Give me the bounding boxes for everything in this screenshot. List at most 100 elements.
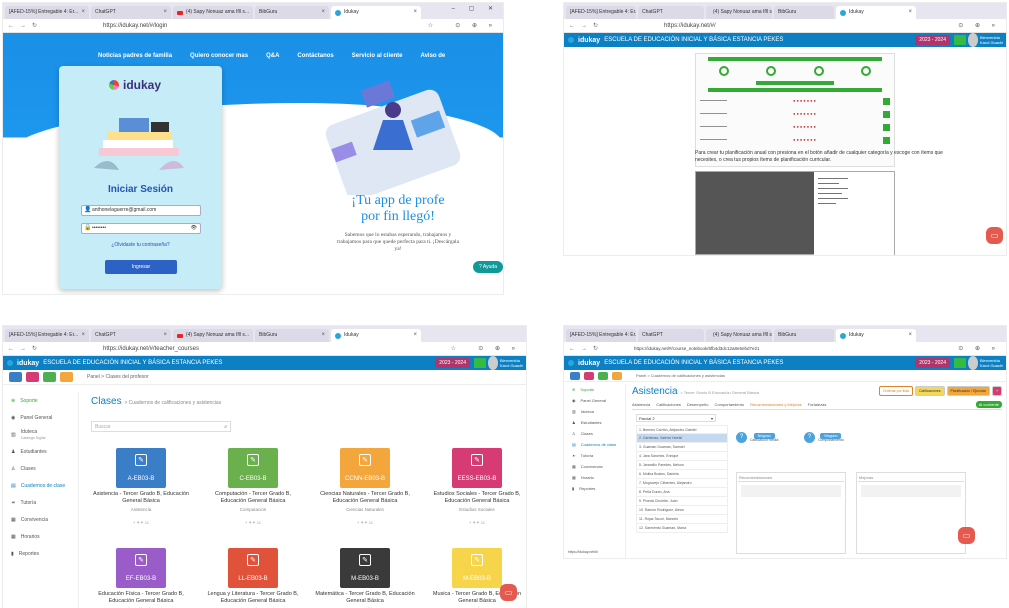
grades-button[interactable]: Calificaciones <box>914 386 945 396</box>
url-text[interactable]: https://idukay.net/#/teacher_courses <box>103 346 199 352</box>
tab-chatgpt[interactable]: ChatGPT <box>638 329 704 342</box>
course-card[interactable]: ✎ EF-EB03-B Educación Física - Tercer Grad… <box>91 548 191 608</box>
breadcrumb[interactable]: Panel > Clases del profesor <box>87 374 149 380</box>
sidebar-item-soporte[interactable]: ⊕ Soporte <box>564 384 625 395</box>
chat-icon[interactable]: ▭ <box>500 584 517 601</box>
course-tile[interactable]: ✎ EF-EB03-B <box>116 548 166 588</box>
sidebar-item-horario[interactable]: ▦ Horario <box>564 472 625 483</box>
search-input[interactable]: Buscar ⌕ <box>91 421 231 432</box>
url-text[interactable]: https://idukay.net/#/ <box>664 23 716 29</box>
list-item[interactable]: 10. Ramón Rodriguez, Alexa <box>636 506 728 515</box>
close-icon[interactable]: × <box>413 6 417 19</box>
tab-chatgpt[interactable]: ChatGPT × <box>91 329 171 342</box>
course-card[interactable]: ✎ A-EB03-B Asistencia - Tercer Grado B, Ed… <box>91 448 191 525</box>
sidebar-item-panel[interactable]: ◉ Panel General <box>3 409 78 426</box>
add-icon[interactable] <box>954 358 966 368</box>
nav-item[interactable]: Quiero conocer mas <box>190 53 248 59</box>
year-selector[interactable]: 2023 - 2024 <box>435 358 470 368</box>
eye-icon[interactable]: 👁 <box>191 224 197 233</box>
window-controls[interactable]: – ▢ ✕ <box>452 5 499 12</box>
close-icon[interactable]: × <box>321 6 325 19</box>
nav-item[interactable]: Q&A <box>266 53 279 59</box>
course-card[interactable]: ✎ C-EB03-B Computación - Tercer Grado B, E… <box>203 448 303 525</box>
period-select[interactable]: Parcial 2 ▾ <box>636 414 716 422</box>
list-item[interactable]: 12. Sarmiento Guaman, María <box>636 524 728 533</box>
year-selector[interactable]: 2023 - 2024 <box>915 35 950 45</box>
sidebar-item-estudiantes[interactable]: ♟ Estudiantes <box>564 417 625 428</box>
forward-icon[interactable]: → <box>20 23 26 29</box>
reload-icon[interactable]: ↻ <box>593 345 598 352</box>
tasks-icon[interactable] <box>43 372 56 382</box>
back-icon[interactable]: ← <box>8 23 14 29</box>
url-text[interactable]: https://idukay.net/#/course_notebook/6fb… <box>634 346 760 351</box>
sidebar-item-cuadernos[interactable]: ▤ Cuadernos de clase <box>3 477 78 494</box>
tab-bibguru[interactable]: BibGuru <box>774 329 834 342</box>
login-button[interactable]: Ingresar <box>105 260 177 274</box>
list-item[interactable]: 2. Cárdenas, Valeria Yaretzi <box>636 434 728 443</box>
tab-entregable[interactable]: [AFED-15%] Entregable 4: Er... × <box>5 329 89 342</box>
sidebar-item-soporte[interactable]: ⊕ Soporte <box>3 392 78 409</box>
alerts-icon[interactable] <box>60 372 73 382</box>
sort-button[interactable]: Ordenar por lista <box>878 386 913 396</box>
sidebar-item-reportes[interactable]: ▮ Reportes <box>564 483 625 494</box>
close-icon[interactable]: × <box>81 6 85 19</box>
course-tile[interactable]: ✎ LL-EB03-B <box>228 548 278 588</box>
close-icon[interactable]: × <box>908 6 912 19</box>
user-name[interactable]: Bienvenida Karol Guachi <box>980 358 1004 368</box>
tab-bibguru[interactable]: BibGuru <box>774 6 834 19</box>
tab-idukay[interactable]: Idukay × <box>836 6 916 19</box>
alerts-icon[interactable] <box>612 371 622 380</box>
forward-icon[interactable]: → <box>581 346 587 352</box>
add-button[interactable]: + <box>991 386 1002 396</box>
chat-icon[interactable]: ▭ <box>986 227 1003 244</box>
tab-bibguru[interactable]: BibGuru × <box>255 6 329 19</box>
list-item[interactable]: 6. Molina Bustos, Daniela <box>636 470 728 479</box>
tab-entregable[interactable]: [AFED-15%] Entregable 4: Er... <box>566 6 636 19</box>
course-tile[interactable]: ✎ CCNN-EB03-B <box>340 448 390 488</box>
course-tile[interactable]: ✎ C-EB03-B <box>228 448 278 488</box>
sidebar-item-convivencia[interactable]: ▦ Convivencia <box>564 461 625 472</box>
forward-icon[interactable]: → <box>20 346 26 352</box>
breadcrumb[interactable]: Panel > Cuadernos de calificaciones y as… <box>636 373 725 378</box>
sidebar-item-tutoria[interactable]: ☙ Tutoría <box>3 494 78 511</box>
sidebar-item-clases[interactable]: ♙ Clases <box>3 460 78 477</box>
sidebar-item-estudiantes[interactable]: ♟ Estudiantes <box>3 443 78 460</box>
year-selector[interactable]: 2023 - 2024 <box>915 358 950 368</box>
course-card[interactable]: ✎ CCNN-EB03-B Ciencias Naturales - Tercer … <box>315 448 415 525</box>
avatar[interactable] <box>488 356 498 370</box>
password-field[interactable]: 🔒 •••••••• 👁 <box>81 223 201 234</box>
forgot-password-link[interactable]: ¿Olvidaste tu contraseña? <box>59 242 222 248</box>
close-icon[interactable]: × <box>163 329 167 342</box>
user-name[interactable]: Bienvenida Karol Guachi <box>980 35 1004 45</box>
url-text[interactable]: https://idukay.net/#/login <box>103 23 167 29</box>
user-name[interactable]: Bienvenida Karol Guachi <box>500 358 524 368</box>
close-icon[interactable]: × <box>908 329 912 342</box>
tab-entregable[interactable]: [AFED-15%] Entregable 4: Er... <box>566 329 636 342</box>
email-field[interactable]: 👤 anthonelaguerre@gmail.com <box>81 205 201 216</box>
close-icon[interactable]: × <box>163 6 167 19</box>
back-icon[interactable]: ← <box>8 346 14 352</box>
tab-chatgpt[interactable]: ChatGPT <box>638 6 704 19</box>
tab-idukay[interactable]: Idukay × <box>331 6 421 19</box>
list-item[interactable]: 11. Rojas Tacuri, Marcelo <box>636 515 728 524</box>
add-icon[interactable] <box>954 35 966 45</box>
tab-desempeno[interactable]: Desempeño <box>687 402 709 407</box>
list-item[interactable]: 4. Jara Sanchez, Enrique <box>636 452 728 461</box>
close-icon[interactable]: × <box>321 329 325 342</box>
sidebar-item-iduteca[interactable]: ▥ Iduteca <box>564 406 625 417</box>
list-item[interactable]: 8. Peña Duran, Ana <box>636 488 728 497</box>
tab-comportamiento[interactable]: Comportamiento <box>715 402 745 407</box>
tab-fortalezas[interactable]: Fortalezas <box>808 402 827 407</box>
nav-item[interactable]: Contáctanos <box>297 53 333 59</box>
nav-item[interactable]: Servicio al cliente <box>352 53 403 59</box>
sidebar-item-cuadernos[interactable]: ▤ Cuadernos de clase <box>564 439 625 450</box>
list-item[interactable]: 5. Jaramillo Paredes, Nelson <box>636 461 728 470</box>
tab-idukay[interactable]: Idukay × <box>331 329 421 342</box>
nav-item[interactable]: Aviso de <box>420 53 445 59</box>
course-card[interactable]: ✎ EESS-EB03-B Estudios Sociales - Tercer G… <box>427 448 526 525</box>
list-item[interactable]: 7. Mogrovejo Cifuentes, Alejandro <box>636 479 728 488</box>
close-icon[interactable]: × <box>81 329 85 342</box>
tab-youtube[interactable]: (4) Sapy Nonuaz ama Ifll s... <box>706 329 772 342</box>
recommendations-box[interactable]: Recomendaciones <box>736 472 846 554</box>
list-item[interactable]: 1. Bermeo Carrión, Alejandro Gabriel <box>636 425 728 434</box>
